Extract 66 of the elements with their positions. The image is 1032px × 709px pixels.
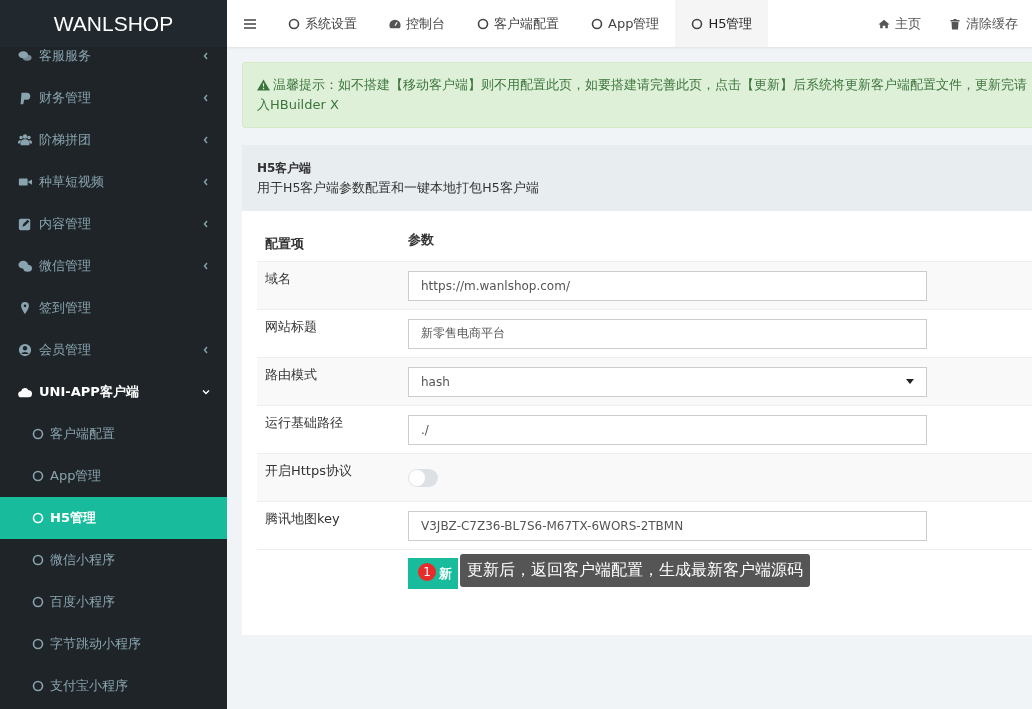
- nav-tab[interactable]: 系统设置: [272, 0, 373, 47]
- select-field[interactable]: hash: [408, 366, 927, 397]
- sidebar-item[interactable]: 客服服务: [0, 47, 227, 77]
- sidebar-subitem[interactable]: App管理: [0, 455, 227, 497]
- circle-icon: [591, 17, 603, 30]
- sidebar-item[interactable]: 微信管理: [0, 245, 227, 287]
- field-label: 路由模式: [265, 367, 317, 382]
- edit-icon: [18, 217, 32, 231]
- sidebar-subitem[interactable]: 支付宝小程序: [0, 665, 227, 707]
- sidebar-item[interactable]: 阶梯拼团: [0, 119, 227, 161]
- field-label: 网站标题: [265, 319, 317, 334]
- circle-icon: [288, 17, 300, 30]
- map-marker-icon: [18, 301, 32, 315]
- sidebar-subitem[interactable]: 百度小程序: [0, 581, 227, 623]
- circle-icon: [32, 596, 44, 608]
- input-field[interactable]: V3JBZ-C7Z36-BL7S6-M67TX-6WORS-2TBMN: [408, 510, 927, 541]
- sidebar-item[interactable]: 内容管理: [0, 203, 227, 245]
- sidebar-item[interactable]: 签到管理: [0, 287, 227, 329]
- home-icon: [878, 17, 890, 30]
- field-label: 腾讯地图key: [265, 511, 340, 526]
- circle-icon: [32, 638, 44, 650]
- alert-text: 温馨提示：如不搭建【移动客户端】则不用配置此页，如要搭建请完善此页，点击【更新】后系统将更新客户端配置文件，更新完请: [273, 76, 1027, 94]
- toggle-switch[interactable]: [408, 468, 438, 487]
- trash-icon: [949, 17, 961, 30]
- sidebar-item[interactable]: 财务管理: [0, 77, 227, 119]
- nav-link[interactable]: 主页: [864, 0, 935, 47]
- circle-icon: [32, 512, 44, 524]
- field-label: 域名: [265, 271, 291, 286]
- sidebar-item[interactable]: 会员管理: [0, 329, 227, 371]
- nav-link[interactable]: 清除缓存: [935, 0, 1032, 47]
- logo-text: WANLSHOP: [53, 11, 174, 36]
- sidebar-subitem[interactable]: 客户端配置: [0, 413, 227, 455]
- nav-tab[interactable]: 控制台: [373, 0, 461, 47]
- user-circle-icon: [18, 343, 32, 357]
- cloud-icon: [18, 385, 32, 399]
- sidebar-item[interactable]: UNI-APP客户端: [0, 371, 227, 413]
- dashboard-icon: [389, 17, 401, 30]
- nav-tab[interactable]: H5管理: [675, 0, 769, 47]
- menu-icon[interactable]: [244, 18, 256, 29]
- nav-tab[interactable]: 客户端配置: [461, 0, 575, 47]
- comments-icon: [18, 49, 32, 63]
- sidebar-subitem[interactable]: 字节跳动小程序: [0, 623, 227, 665]
- chevron-down-icon: [201, 387, 211, 397]
- circle-icon: [32, 680, 44, 692]
- input-field[interactable]: https://m.wanlshop.com/: [408, 270, 927, 301]
- circle-icon: [32, 470, 44, 482]
- sidebar-subitem[interactable]: 微信小程序: [0, 539, 227, 581]
- column-header: 配置项: [265, 236, 304, 251]
- sidebar-item[interactable]: 种草短视频: [0, 161, 227, 203]
- circle-icon: [32, 554, 44, 566]
- alert-text: 入HBuilder X: [257, 96, 339, 114]
- field-label: 运行基础路径: [265, 415, 343, 430]
- panel-title: H5客户端: [257, 160, 313, 177]
- field-label: 开启Https协议: [265, 463, 352, 478]
- input-field[interactable]: ./: [408, 414, 927, 445]
- circle-icon: [32, 428, 44, 440]
- input-field[interactable]: 新零售电商平台: [408, 318, 927, 349]
- tooltip: 更新后，返回客户端配置，生成最新客户端源码: [460, 554, 810, 587]
- nav-tab[interactable]: App管理: [575, 0, 676, 47]
- circle-icon: [477, 17, 489, 30]
- warning-icon: [257, 79, 270, 91]
- users-icon: [18, 133, 32, 147]
- panel-description: 用于H5客户端参数配置和一键本地打包H5客户端: [257, 179, 540, 197]
- column-header: 参数: [408, 231, 434, 249]
- caret-icon: [906, 379, 914, 384]
- circle-icon: [691, 17, 704, 30]
